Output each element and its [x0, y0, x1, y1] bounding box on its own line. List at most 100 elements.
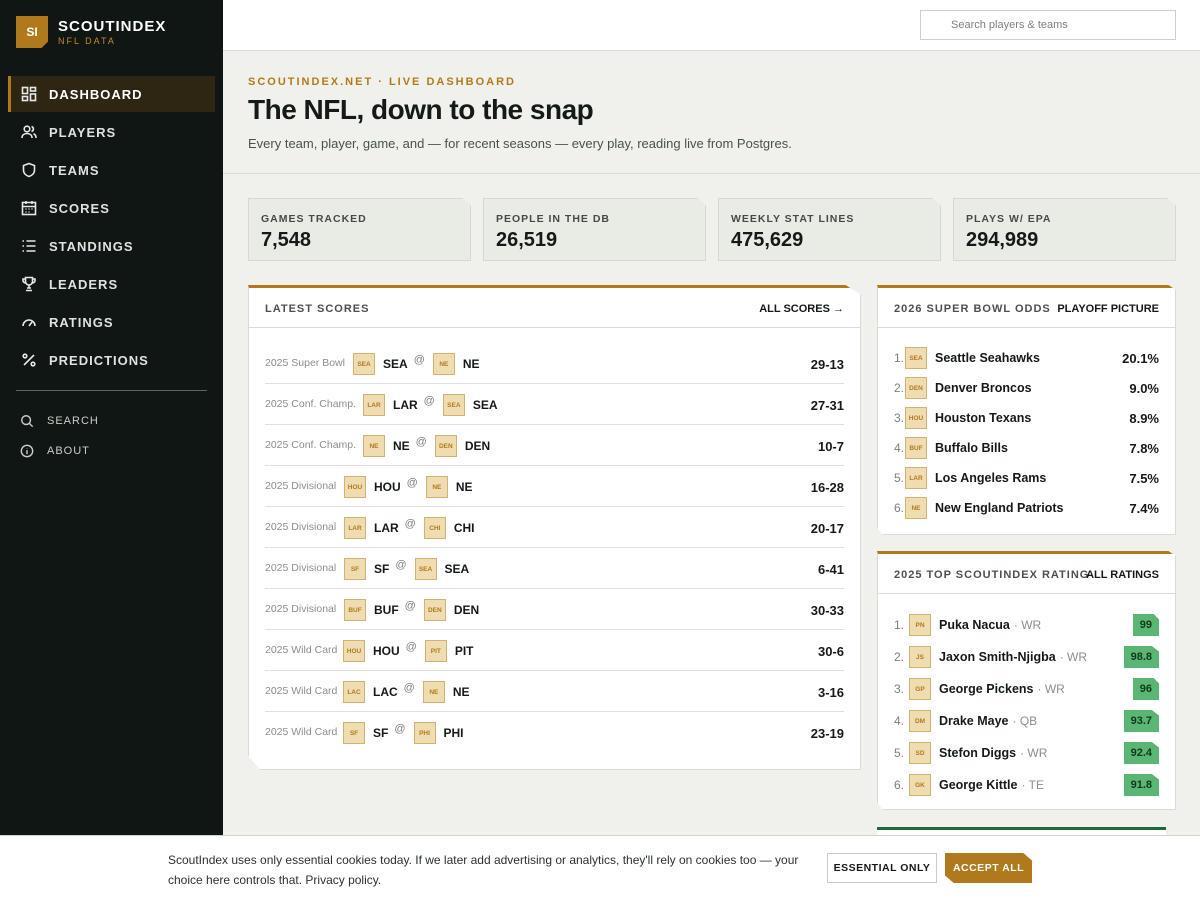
- brand-name: SCOUTINDEX: [58, 18, 167, 35]
- at-symbol: @: [413, 354, 425, 366]
- users-icon: [20, 123, 38, 141]
- home-team: PIT: [454, 644, 474, 658]
- score-row[interactable]: 2025 Divisional SF SF @ SEA SEA 6-41: [265, 548, 844, 589]
- team-logo: PHI: [413, 722, 436, 744]
- nav-item-ratings[interactable]: RATINGS: [8, 304, 215, 340]
- rank: 4.: [894, 441, 905, 455]
- stat-label: WEEKLY STAT LINES: [731, 213, 855, 225]
- subnav-label: ABOUT: [47, 445, 90, 457]
- nav-item-leaders[interactable]: LEADERS: [8, 266, 215, 302]
- stat-label: PLAYS W/ EPA: [966, 213, 1052, 225]
- odds-value: 7.4%: [1129, 500, 1159, 516]
- team-logo: NE: [422, 681, 445, 703]
- stat-card: WEEKLY STAT LINES 475,629: [718, 198, 941, 261]
- odds-value: 7.5%: [1129, 470, 1159, 486]
- rank: 6.: [894, 501, 905, 515]
- score-row[interactable]: 2025 Divisional BUF BUF @ DEN DEN 30-33: [265, 589, 844, 630]
- game-round: 2025 Divisional: [265, 521, 337, 533]
- player-position: · TE: [1021, 778, 1044, 792]
- home-team: PHI: [443, 726, 464, 740]
- odds-row[interactable]: 6. NE New England Patriots 7.4%: [894, 493, 1159, 523]
- home-team: NE: [452, 685, 470, 699]
- nav-item-predictions[interactable]: PREDICTIONS: [8, 342, 215, 378]
- player-position: · QB: [1012, 714, 1038, 728]
- odds-row[interactable]: 4. BUF Buffalo Bills 7.8%: [894, 433, 1159, 463]
- odds-value: 7.8%: [1129, 440, 1159, 456]
- odds-row[interactable]: 1. SEA Seattle Seahawks 20.1%: [894, 343, 1159, 373]
- team-logo: BUF: [344, 599, 366, 621]
- rating-row[interactable]: 1. PN Puka Nacua · WR 99: [894, 609, 1159, 641]
- rank: 3.: [894, 682, 905, 696]
- away-team: HOU: [374, 480, 401, 494]
- essential-only-button[interactable]: ESSENTIAL ONLY: [827, 853, 937, 883]
- stat-card: GAMES TRACKED 7,548: [248, 198, 471, 261]
- score-row[interactable]: 2025 Wild Card LAC LAC @ NE NE 3-16: [265, 671, 844, 712]
- odds-row[interactable]: 5. LAR Los Angeles Rams 7.5%: [894, 463, 1159, 493]
- home-team: NE: [462, 357, 480, 371]
- stat-card: PLAYS W/ EPA 294,989: [953, 198, 1176, 261]
- playoff-picture-link[interactable]: PLAYOFF PICTURE: [1057, 303, 1159, 315]
- nav-item-dashboard[interactable]: DASHBOARD: [8, 76, 215, 112]
- nav-item-players[interactable]: PLAYERS: [8, 114, 215, 150]
- home-team: DEN: [464, 439, 491, 453]
- nav-item-standings[interactable]: STANDINGS: [8, 228, 215, 264]
- stat-value: 26,519: [496, 229, 558, 251]
- all-scores-link[interactable]: ALL SCORES →: [759, 303, 844, 315]
- away-team: SF: [374, 562, 390, 576]
- score-row[interactable]: 2025 Conf. Champ. LAR LAR @ SEA SEA 27-31: [265, 384, 844, 425]
- rating-badge: 96: [1132, 678, 1159, 700]
- score-row[interactable]: 2025 Conf. Champ. NE NE @ DEN DEN 10-7: [265, 425, 844, 466]
- accept-all-button[interactable]: ACCEPT ALL: [945, 853, 1032, 883]
- team-logo: LAR: [363, 394, 385, 416]
- team-name: Houston Texans: [935, 411, 1032, 425]
- brand[interactable]: SI SCOUTINDEX NFL DATA: [16, 16, 166, 48]
- game-round: 2025 Conf. Champ.: [265, 398, 357, 410]
- game-score: 23-19: [810, 726, 844, 741]
- game-score: 29-13: [810, 357, 844, 372]
- page-title: The NFL, down to the snap: [248, 94, 594, 125]
- away-team: LAC: [373, 685, 398, 699]
- team-logo: NE: [425, 476, 448, 498]
- search-box[interactable]: [920, 10, 1176, 40]
- team-logo: HOU: [905, 407, 927, 429]
- odds-row[interactable]: 3. HOU Houston Texans 8.9%: [894, 403, 1159, 433]
- away-team: SF: [373, 726, 389, 740]
- stat-label: GAMES TRACKED: [261, 213, 367, 225]
- odds-row[interactable]: 2. DEN Denver Broncos 9.0%: [894, 373, 1159, 403]
- search-input[interactable]: [951, 19, 1151, 31]
- matchup: SF SF @ PHI PHI: [343, 722, 470, 744]
- game-score: 30-6: [817, 644, 844, 659]
- top-bar: [223, 0, 1200, 51]
- nav-item-scores[interactable]: SCORES: [8, 190, 215, 226]
- player-avatar: PN: [909, 614, 931, 636]
- matchup: HOU HOU @ NE NE: [344, 476, 479, 498]
- nav-label: SCORES: [49, 200, 110, 216]
- rank: 6.: [894, 778, 905, 792]
- team-name: Seattle Seahawks: [935, 351, 1040, 365]
- shield-icon: [20, 161, 38, 179]
- rating-row[interactable]: 4. DM Drake Maye · QB 93.7: [894, 705, 1159, 737]
- rank: 4.: [894, 714, 905, 728]
- team-logo: LAC: [343, 681, 365, 703]
- game-score: 27-31: [810, 398, 844, 413]
- home-team: NE: [455, 480, 473, 494]
- team-logo: DEN: [434, 435, 457, 457]
- rating-row[interactable]: 6. GK George Kittle · TE 91.8: [894, 769, 1159, 801]
- all-ratings-link[interactable]: ALL RATINGS: [1086, 569, 1159, 581]
- rating-row[interactable]: 2. JS Jaxon Smith-Njigba · WR 98.8: [894, 641, 1159, 673]
- score-row[interactable]: 2025 Super Bowl SEA SEA @ NE NE 29-13: [265, 343, 844, 384]
- rank: 1.: [894, 618, 905, 632]
- latest-scores-panel: LATEST SCORES ALL SCORES → 2025 Super Bo…: [248, 285, 861, 770]
- matchup: SF SF @ SEA SEA: [344, 558, 475, 580]
- nav-item-teams[interactable]: TEAMS: [8, 152, 215, 188]
- rating-row[interactable]: 5. SD Stefon Diggs · WR 92.4: [894, 737, 1159, 769]
- player-position: · WR: [1020, 746, 1048, 760]
- score-row[interactable]: 2025 Divisional LAR LAR @ CHI CHI 20-17: [265, 507, 844, 548]
- rating-row[interactable]: 3. GP George Pickens · WR 96: [894, 673, 1159, 705]
- score-row[interactable]: 2025 Wild Card SF SF @ PHI PHI 23-19: [265, 712, 844, 753]
- subnav-item-search[interactable]: SEARCH: [20, 406, 99, 436]
- nav-label: LEADERS: [49, 276, 119, 292]
- score-row[interactable]: 2025 Wild Card HOU HOU @ PIT PIT 30-6: [265, 630, 844, 671]
- score-row[interactable]: 2025 Divisional HOU HOU @ NE NE 16-28: [265, 466, 844, 507]
- subnav-item-about[interactable]: ABOUT: [20, 436, 99, 466]
